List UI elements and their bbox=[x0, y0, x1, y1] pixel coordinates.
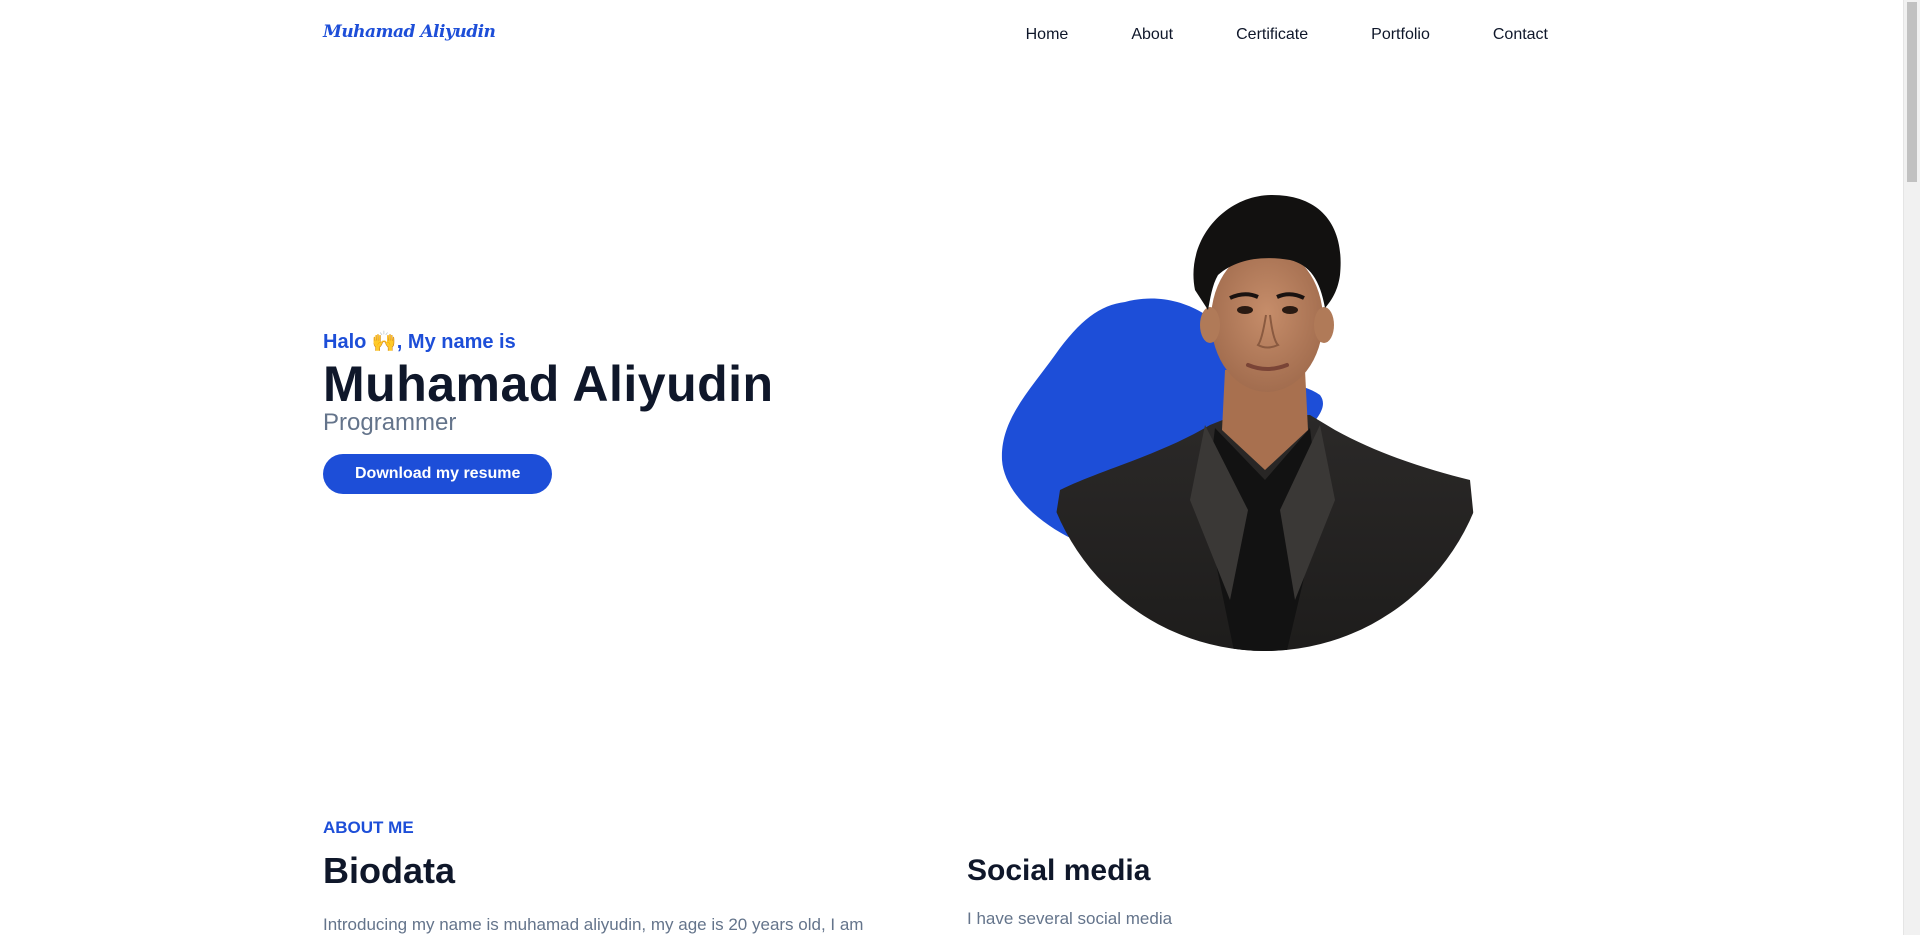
social-media-text: I have several social media bbox=[967, 909, 1173, 928]
nav-home[interactable]: Home bbox=[1026, 26, 1069, 44]
download-resume-button[interactable]: Download my resume bbox=[323, 454, 553, 494]
biodata-text: Introducing my name is muhamad aliyudin,… bbox=[323, 915, 864, 934]
hero-name: Muhamad Aliyudin bbox=[323, 356, 774, 412]
hero-intro: Halo 🙌, My name is Muhamad Aliyudin Prog… bbox=[323, 328, 774, 494]
nav-portfolio[interactable]: Portfolio bbox=[1371, 26, 1430, 44]
nav-contact[interactable]: Contact bbox=[1493, 26, 1548, 44]
hero-portrait bbox=[990, 180, 1490, 680]
site-header: Muhamad Aliyudin Home About Certificate … bbox=[0, 0, 1903, 72]
about-eyebrow: ABOUT ME bbox=[323, 818, 414, 837]
social-media-section: Social media I have several social media bbox=[967, 853, 1567, 931]
nav-certificate[interactable]: Certificate bbox=[1236, 26, 1308, 44]
biodata-title: Biodata bbox=[323, 850, 456, 891]
hero-greeting: Halo 🙌, My name is bbox=[323, 331, 516, 353]
social-media-title: Social media bbox=[967, 854, 1151, 887]
scrollbar-thumb[interactable] bbox=[1907, 2, 1917, 182]
vertical-scrollbar[interactable] bbox=[1903, 0, 1920, 935]
portrait-illustration bbox=[1001, 195, 1490, 651]
about-section: ABOUT ME Biodata Introducing my name is … bbox=[323, 818, 923, 935]
site-logo[interactable]: Muhamad Aliyudin bbox=[323, 22, 496, 42]
page: Muhamad Aliyudin Home About Certificate … bbox=[0, 0, 1903, 935]
nav-about[interactable]: About bbox=[1131, 26, 1173, 44]
main-nav: Home About Certificate Portfolio Contact bbox=[1026, 26, 1548, 44]
hero-role: Programmer bbox=[323, 409, 457, 436]
